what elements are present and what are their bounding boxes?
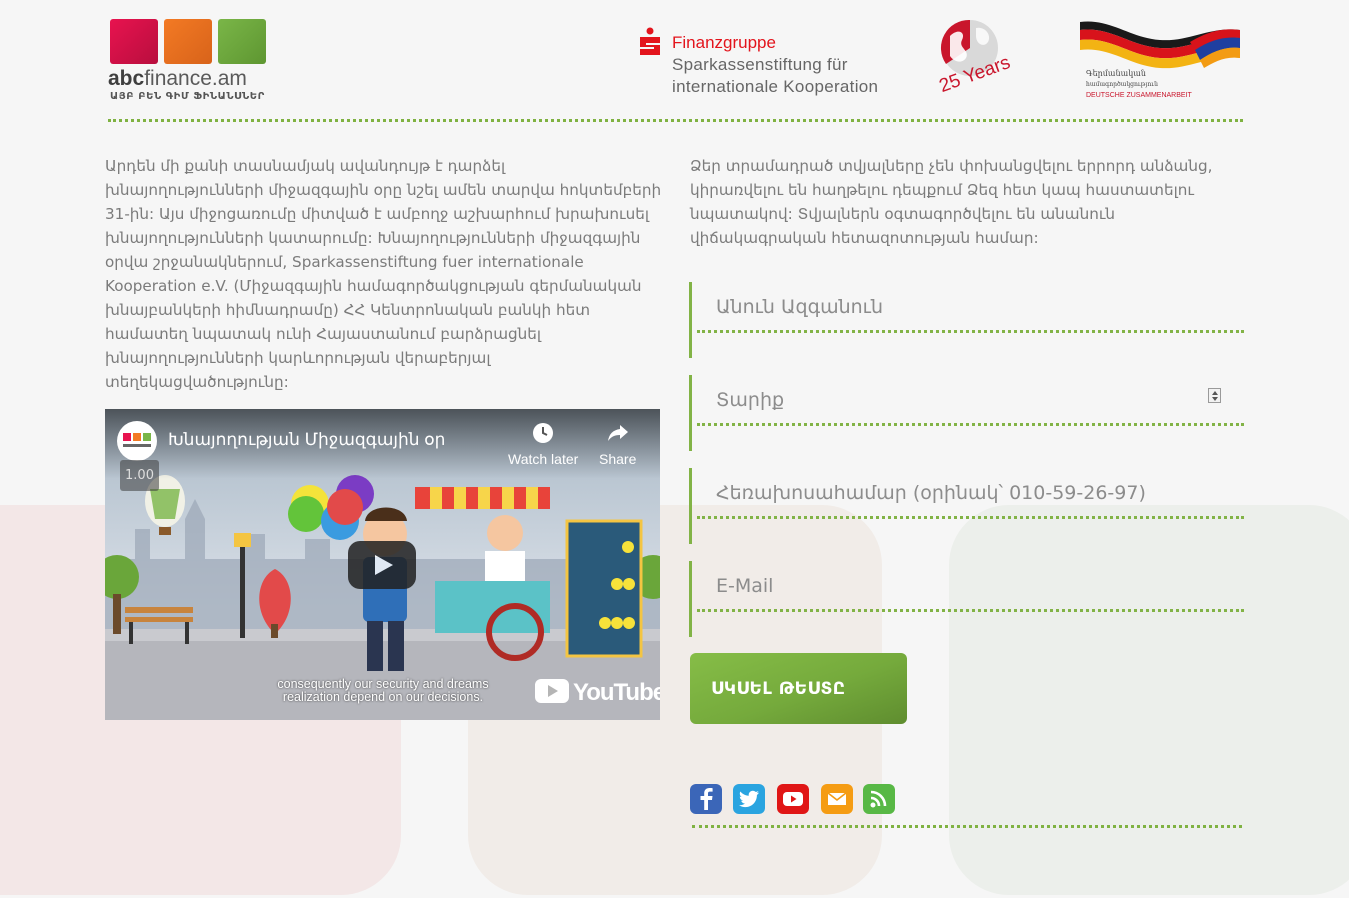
video-title[interactable]: Խնայողության Միջազգային օր [168,430,445,450]
logo-square-orange [164,19,212,64]
watch-later-label: Watch later [508,451,579,467]
age-field-underline [697,423,1244,426]
abc-brand-name: abcfinance.am [108,67,247,90]
flag-ribbon-icon [1080,21,1240,69]
footer-divider [692,825,1242,828]
giz-line-3: DEUTSCHE ZUSAMMENARBEIT [1086,92,1192,99]
phone-input[interactable] [716,480,1216,506]
name-field [689,282,1244,358]
youtube-play-icon [535,679,569,703]
channel-avatar[interactable] [117,421,157,461]
email-field-underline [697,609,1244,612]
sparkasse-s-icon [638,27,662,55]
rss-icon[interactable] [863,784,895,814]
sparkasse-line-2: Sparkassenstiftung für [672,55,848,74]
age-input[interactable] [716,387,1216,413]
share-label: Share [599,451,637,467]
clock-icon [533,423,554,443]
mail-icon[interactable] [821,784,853,814]
header-divider [108,119,1243,122]
name-input[interactable] [716,294,1216,320]
video-player[interactable]: Խնայողության Միջազգային օր 1.00 Watch la… [105,409,660,720]
logo-square-green [218,19,266,64]
play-button[interactable] [348,541,416,589]
playback-speed-badge: 1.00 [120,460,159,491]
name-field-underline [697,330,1244,333]
giz-line-1: Գերմանական [1086,69,1146,78]
email-input[interactable] [716,573,1216,599]
age-field [689,375,1244,451]
youtube-wordmark: YouTube [573,679,660,706]
email-field [689,561,1244,637]
sparkasse-line-3: internationale Kooperation [672,77,879,96]
intro-paragraph: Արդեն մի քանի տասնամյակ ավանդույթ է դարձ… [105,157,662,391]
watch-later-button[interactable]: Watch later [508,421,578,467]
share-arrow-icon [607,425,628,441]
giz-line-2: համագործակցություն [1086,81,1158,88]
age-spinner[interactable] [1208,388,1221,403]
logo-square-red [110,19,158,64]
twitter-icon[interactable] [733,784,765,814]
abc-tagline: ԱՅԲ ԲԵՆ ԳԻՄ ՖԻՆԱՆՍՆԵՐ [110,91,265,102]
phone-field-underline [697,516,1244,519]
start-test-button[interactable]: ՍԿՍԵԼ ԹԵՍՏԸ [690,653,907,724]
facebook-icon[interactable] [690,784,722,814]
giz-logo[interactable]: Գերմանական համագործակցություն DEUTSCHE Z… [1080,18,1245,103]
caption-line-2: realization depend on our decisions. [282,690,484,704]
sparkasse-line-1: Finanzgruppe [672,33,776,52]
video-caption: consequently our security and dreams rea… [263,678,503,704]
anniversary-logo: 25 Years [936,18,1020,100]
phone-field [689,468,1244,544]
privacy-notice: Ձեր տրամադրած տվյալները չեն փոխանցվելու … [690,157,1213,247]
share-button[interactable]: Share [599,421,636,467]
youtube-logo[interactable]: YouTube [535,679,660,707]
youtube-icon[interactable] [777,784,809,814]
